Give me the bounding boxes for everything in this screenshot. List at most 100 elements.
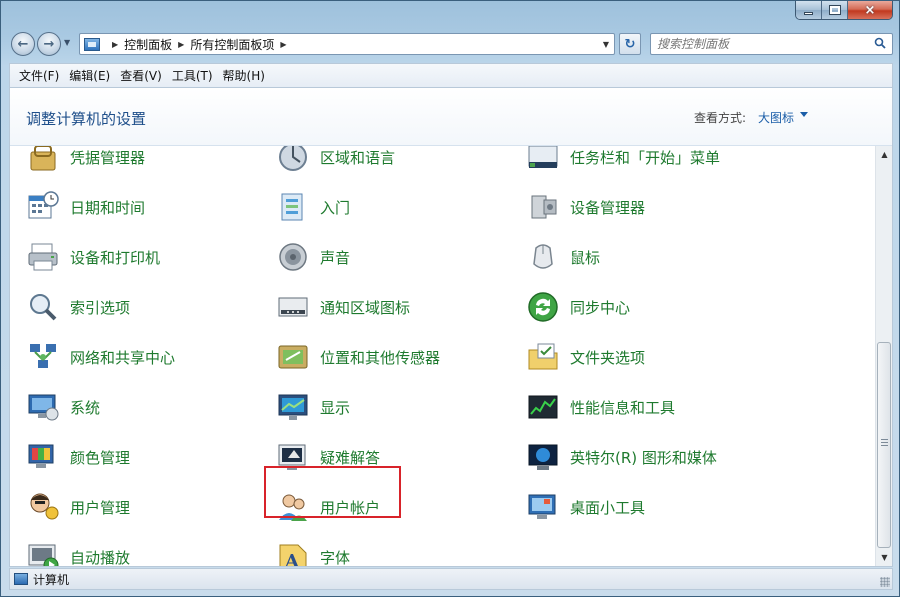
forward-button[interactable]: → (37, 32, 61, 56)
control-panel-item-label: 英特尔(R) 图形和媒体 (570, 448, 717, 467)
minimize-icon (804, 11, 813, 15)
control-panel-item[interactable]: 索引选项 (26, 287, 130, 327)
control-panel-item[interactable]: 凭据管理器 (26, 146, 145, 177)
page-title: 调整计算机的设置 (26, 110, 147, 128)
control-panel-item-label: 疑难解答 (320, 448, 381, 467)
control-panel-item[interactable]: 网络和共享中心 (26, 337, 175, 377)
view-by-dropdown[interactable]: 大图标 (758, 109, 794, 126)
content-pane: 调整计算机的设置 查看方式: 大图标 凭据管理器 区域和语言 任务栏和「开始」菜单日… (9, 87, 893, 567)
control-panel-item[interactable]: 设备和打印机 (26, 237, 160, 277)
status-text: 计算机 (33, 572, 70, 587)
calendar-clock-icon (26, 190, 60, 224)
refresh-icon: ↻ (624, 36, 636, 52)
resize-grip-icon[interactable] (880, 577, 890, 587)
recent-pages-dropdown-icon[interactable]: ▼ (64, 38, 70, 47)
breadcrumb-control-panel[interactable]: 控制面板 (124, 36, 172, 53)
control-panel-item-label: 系统 (70, 398, 101, 417)
refresh-button[interactable]: ↻ (619, 33, 641, 55)
menu-view[interactable]: 查看(V) (115, 65, 167, 86)
mouse-icon (526, 240, 560, 274)
control-panel-item[interactable]: 性能信息和工具 (526, 387, 675, 427)
control-panel-item-label: 文件夹选项 (570, 348, 646, 367)
control-panel-item-label: 设备和打印机 (70, 248, 161, 267)
search-box[interactable] (650, 33, 893, 55)
items-scroll-area: 凭据管理器 区域和语言 任务栏和「开始」菜单日期和时间 入门 设备管理器设备和打印机 声音… (10, 146, 874, 567)
close-button[interactable]: × (848, 1, 892, 19)
control-panel-item-label: 设备管理器 (570, 198, 646, 217)
status-bar: 计算机 (9, 568, 893, 590)
control-panel-item[interactable]: 同步中心 (526, 287, 630, 327)
control-panel-item[interactable]: 声音 (276, 237, 350, 277)
control-panel-item[interactable]: 日期和时间 (26, 187, 145, 227)
view-by-caret-icon[interactable] (800, 112, 808, 117)
fonts-icon: A (276, 540, 310, 566)
performance-icon (526, 390, 560, 424)
menu-file[interactable]: 文件(F) (14, 65, 64, 86)
network-icon (26, 340, 60, 374)
notification-area-icon (276, 290, 310, 324)
navigation-bar: ← → ▼ ▶ 控制面板 ▶ 所有控制面板项 ▶ ▼ ↻ (9, 30, 893, 58)
control-panel-item-label: 显示 (320, 398, 351, 417)
breadcrumb-chevron-icon[interactable]: ▶ (280, 40, 286, 49)
control-panel-item-label: 字体 (320, 548, 351, 567)
control-panel-item[interactable]: 位置和其他传感器 (276, 337, 440, 377)
title-bar[interactable]: × (1, 1, 899, 25)
minimize-button[interactable] (796, 1, 822, 19)
maximize-button[interactable] (822, 1, 848, 19)
back-arrow-icon: ← (17, 36, 29, 52)
control-panel-item[interactable]: A 字体 (276, 537, 351, 567)
control-panel-item[interactable]: 英特尔(R) 图形和媒体 (526, 437, 717, 477)
control-panel-item[interactable]: 用户管理 (26, 487, 130, 527)
close-icon: × (864, 2, 876, 18)
control-panel-item[interactable]: 颜色管理 (26, 437, 130, 477)
vertical-scrollbar[interactable]: ▲ ▼ (875, 146, 892, 566)
control-panel-item[interactable]: 疑难解答 (276, 437, 380, 477)
search-icon[interactable] (874, 37, 886, 49)
control-panel-item[interactable]: 通知区域图标 (276, 287, 410, 327)
content-header: 调整计算机的设置 查看方式: 大图标 (10, 88, 892, 146)
control-panel-item[interactable]: 系统 (26, 387, 100, 427)
control-panel-item[interactable]: 鼠标 (526, 237, 600, 277)
control-panel-item[interactable]: 显示 (276, 387, 350, 427)
location-sensor-icon (276, 340, 310, 374)
address-dropdown-icon[interactable]: ▼ (598, 34, 614, 54)
scroll-up-arrow-icon[interactable]: ▲ (876, 146, 892, 163)
address-bar[interactable]: ▶ 控制面板 ▶ 所有控制面板项 ▶ ▼ (79, 33, 615, 55)
back-button[interactable]: ← (11, 32, 35, 56)
grip-icon (881, 439, 888, 446)
getting-started-icon (276, 190, 310, 224)
control-panel-item[interactable]: 入门 (276, 187, 350, 227)
breadcrumb-all-items[interactable]: 所有控制面板项 (190, 36, 274, 53)
control-panel-item-label: 索引选项 (70, 298, 131, 317)
control-panel-item[interactable]: 区域和语言 (276, 146, 395, 177)
control-panel-item[interactable]: 任务栏和「开始」菜单 (526, 146, 720, 177)
control-panel-item-label: 用户帐户 (320, 498, 381, 517)
control-panel-item[interactable]: 用户帐户 (276, 487, 380, 527)
printer-icon (26, 240, 60, 274)
taskbar-icon (526, 146, 560, 174)
folder-options-icon (526, 340, 560, 374)
breadcrumb-chevron-icon[interactable]: ▶ (112, 40, 118, 49)
menu-bar: 文件(F) 编辑(E) 查看(V) 工具(T) 帮助(H) (9, 63, 893, 87)
scroll-down-arrow-icon[interactable]: ▼ (876, 549, 892, 566)
control-panel-item-label: 性能信息和工具 (570, 398, 676, 417)
menu-tools[interactable]: 工具(T) (167, 65, 218, 86)
user-management-icon (26, 490, 60, 524)
search-input[interactable] (657, 37, 857, 51)
control-panel-item-label: 同步中心 (570, 298, 631, 317)
control-panel-item[interactable]: 设备管理器 (526, 187, 645, 227)
menu-help[interactable]: 帮助(H) (218, 65, 270, 86)
autoplay-icon (26, 540, 60, 566)
breadcrumb-chevron-icon[interactable]: ▶ (178, 40, 184, 49)
control-panel-item-label: 声音 (320, 248, 351, 267)
credential-icon (26, 146, 60, 174)
menu-edit[interactable]: 编辑(E) (64, 65, 115, 86)
gadgets-icon (526, 490, 560, 524)
control-panel-item[interactable]: 文件夹选项 (526, 337, 645, 377)
control-panel-item-label: 网络和共享中心 (70, 348, 176, 367)
control-panel-item[interactable]: 自动播放 (26, 537, 130, 566)
control-panel-item[interactable]: 桌面小工具 (526, 487, 645, 527)
control-panel-item-label: 凭据管理器 (70, 148, 146, 167)
scrollbar-thumb[interactable] (877, 342, 891, 548)
control-panel-window: × ← → ▼ ▶ 控制面板 ▶ 所有控制面板项 ▶ ▼ ↻ 文件(F) 编辑(… (0, 0, 900, 597)
